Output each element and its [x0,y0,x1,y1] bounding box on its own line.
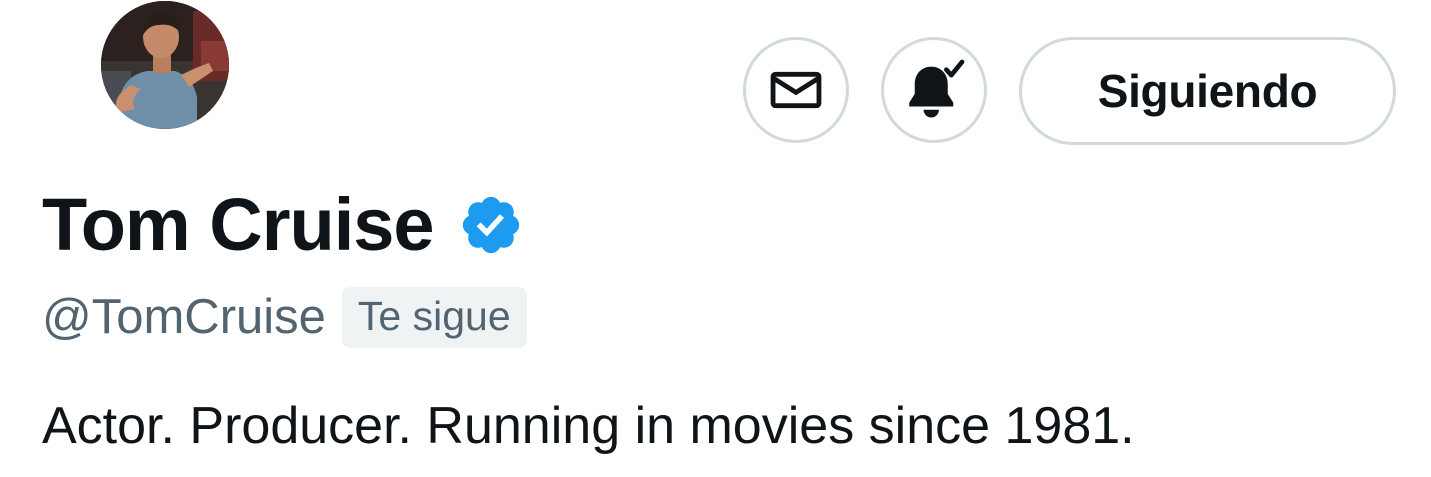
name-row: Tom Cruise [42,182,524,268]
username-handle: @TomCruise [42,289,326,344]
follows-you-badge: Te sigue [341,286,527,348]
notifications-button[interactable] [881,37,987,143]
verified-badge-icon[interactable] [458,192,524,258]
display-name: Tom Cruise [42,183,435,266]
avatar-photo [101,1,229,129]
profile-bio: Actor. Producer. Running in movies since… [42,397,1135,455]
envelope-icon [770,71,822,109]
message-button[interactable] [743,37,849,143]
avatar[interactable] [101,1,229,129]
following-button[interactable]: Siguiendo [1019,37,1396,145]
bell-check-icon [909,59,965,118]
handle-row: @TomCruise Te sigue [42,284,527,350]
